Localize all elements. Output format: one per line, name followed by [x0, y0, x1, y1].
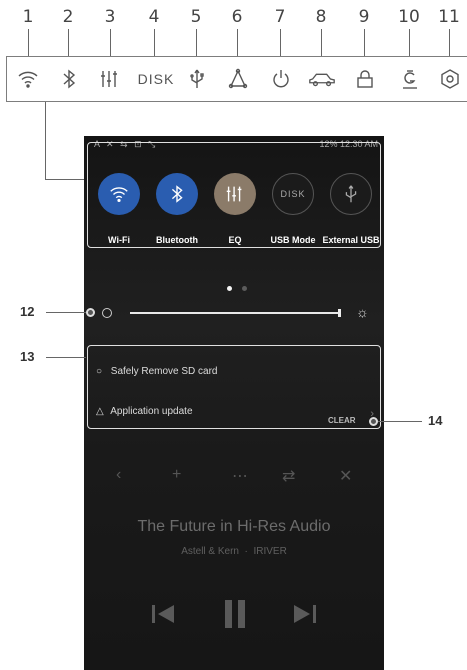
page-indicator — [224, 278, 250, 296]
car-icon — [306, 66, 338, 92]
disk-icon: DISK — [280, 189, 306, 199]
legend-number: 6 — [231, 7, 243, 27]
disk-icon: DISK — [137, 71, 175, 87]
external-usb-toggle[interactable] — [330, 173, 372, 215]
wifi-toggle[interactable] — [98, 173, 140, 215]
pause-icon[interactable] — [220, 598, 250, 630]
leader-line — [449, 29, 450, 57]
leader-line — [378, 421, 422, 422]
callout-13-number: 13 — [20, 349, 35, 364]
bluetooth-icon — [171, 185, 183, 203]
clear-button[interactable]: CLEAR — [328, 416, 356, 425]
notification-text: Application update — [110, 406, 193, 417]
callout-12-number: 12 — [20, 304, 35, 319]
leader-line — [45, 102, 46, 180]
leader-line — [68, 29, 69, 57]
settings-icon — [436, 66, 464, 92]
bluetooth-icon — [55, 66, 83, 92]
brightness-slider[interactable] — [130, 312, 340, 314]
legend-number: 1 — [22, 7, 34, 27]
bluetooth-toggle[interactable] — [156, 173, 198, 215]
legend-number: 3 — [104, 7, 116, 27]
gain-icon — [396, 66, 424, 92]
eq-icon — [96, 66, 124, 92]
lock-icon — [351, 66, 379, 92]
artist-name: Astell & Kern — [181, 546, 239, 557]
leader-line — [321, 29, 322, 57]
callout-14-marker — [369, 417, 378, 426]
leader-line — [154, 29, 155, 57]
quick-settings-panel: DISK Wi-Fi Bluetooth EQ USB Mode Externa… — [87, 142, 381, 248]
external-usb-label: External USB — [322, 235, 380, 245]
notification-text: Safely Remove SD card — [110, 366, 218, 377]
brightness-high-icon: ☼ — [356, 304, 369, 320]
album-name: IRIVER — [253, 546, 287, 557]
leader-line — [280, 29, 281, 57]
repeat-icon[interactable]: ⇄ — [282, 466, 295, 486]
leader-line — [364, 29, 365, 57]
callout-12-marker — [86, 308, 95, 317]
device-screen: A ✕ ⇆ ⊡ ⤡ 12% 12:30 AM DISK Wi-Fi Blueto… — [84, 136, 384, 670]
brightness-low-icon — [102, 308, 112, 318]
page-dot-active[interactable] — [227, 286, 232, 291]
song-title: The Future in Hi-Res Audio — [137, 518, 331, 535]
add-icon[interactable]: + — [172, 466, 181, 484]
usb-icon — [183, 66, 211, 92]
leader-line — [196, 29, 197, 57]
artist-line: Astell & Kern · IRIVER — [181, 546, 287, 557]
leader-line — [110, 29, 111, 57]
circle-icon: ○ — [96, 366, 103, 377]
shuffle-icon[interactable]: ✕ — [339, 466, 352, 486]
leader-line — [237, 29, 238, 57]
leader-line — [46, 312, 90, 313]
callout-14-number: 14 — [428, 413, 443, 428]
wifi-icon — [14, 66, 42, 92]
leader-line — [409, 29, 410, 57]
leader-line — [45, 179, 86, 180]
legend-number: 9 — [358, 7, 370, 27]
legend-number: 5 — [190, 7, 202, 27]
legend-number: 4 — [148, 7, 160, 27]
notification-item[interactable]: △ Application update — [96, 406, 193, 417]
back-icon[interactable]: ‹ — [116, 466, 121, 484]
leader-line — [46, 357, 86, 358]
eq-toggle[interactable] — [214, 173, 256, 215]
notification-item[interactable]: ○ Safely Remove SD card — [96, 366, 218, 377]
usb-icon — [345, 185, 357, 203]
page-dot[interactable] — [242, 286, 248, 291]
legend-number: 2 — [62, 7, 74, 27]
next-icon[interactable] — [292, 602, 318, 626]
more-icon[interactable]: ⋯ — [232, 466, 248, 486]
leader-line — [28, 29, 29, 57]
legend-number: 7 — [274, 7, 286, 27]
wifi-icon — [110, 187, 128, 203]
eq-icon — [226, 186, 242, 202]
brightness-slider-handle[interactable] — [338, 309, 341, 317]
legend-number: 8 — [315, 7, 327, 27]
previous-icon[interactable] — [150, 602, 176, 626]
legend-number: 10 — [398, 7, 420, 27]
triangle-icon: △ — [96, 406, 104, 417]
sync-icon — [224, 66, 252, 92]
power-icon — [267, 66, 295, 92]
legend-number: 11 — [438, 7, 460, 27]
usb-mode-toggle[interactable]: DISK — [272, 173, 314, 215]
